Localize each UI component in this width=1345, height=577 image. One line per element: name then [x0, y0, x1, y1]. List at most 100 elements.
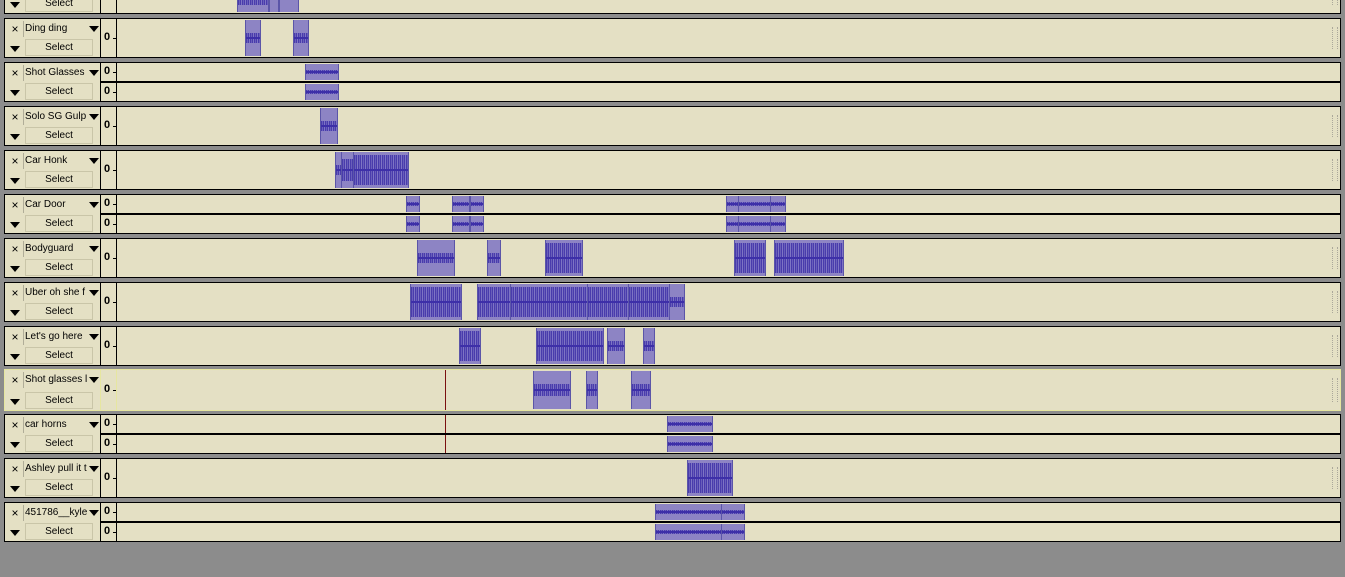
track[interactable]: × Uber oh she f Select 0: [4, 282, 1341, 322]
waveform-lane[interactable]: [116, 369, 1341, 411]
audio-clip[interactable]: [269, 0, 279, 12]
close-track-button[interactable]: ×: [7, 241, 24, 257]
track-name-menu[interactable]: Bodyguard: [25, 241, 89, 257]
select-track-button[interactable]: Select: [25, 392, 93, 409]
waveform-lane[interactable]: [117, 435, 1340, 453]
track-end-handle[interactable]: [1332, 467, 1338, 489]
audio-clip[interactable]: [631, 371, 651, 409]
waveform-lane[interactable]: [117, 151, 1340, 189]
audio-clip[interactable]: [305, 64, 339, 80]
track[interactable]: × Car Honk Select 0: [4, 150, 1341, 190]
track-menu-arrow-icon[interactable]: [89, 334, 99, 340]
audio-clip[interactable]: [774, 240, 844, 276]
select-track-button[interactable]: Select: [25, 523, 93, 540]
track-name-menu[interactable]: Car Honk: [25, 153, 89, 169]
select-track-button[interactable]: Select: [25, 479, 93, 496]
close-track-button[interactable]: ×: [7, 372, 24, 388]
track-end-handle[interactable]: [1332, 378, 1338, 402]
audio-clip[interactable]: [470, 216, 484, 232]
close-track-button[interactable]: ×: [7, 197, 24, 213]
track[interactable]: × Solo SG Gulp Select 0: [4, 106, 1341, 146]
waveform-lane[interactable]: [117, 523, 1340, 541]
track-name-menu[interactable]: Car Door: [25, 197, 89, 213]
track[interactable]: ×Select0: [4, 0, 1341, 14]
track-name-menu[interactable]: Shot Glasses: [25, 65, 89, 81]
track-name-menu[interactable]: Shot glasses l: [25, 372, 89, 388]
audio-clip[interactable]: [545, 240, 583, 276]
collapse-track-arrow-icon[interactable]: [7, 262, 23, 276]
track-name-menu[interactable]: car horns: [25, 417, 89, 433]
close-track-button[interactable]: ×: [7, 505, 24, 521]
close-track-button[interactable]: ×: [7, 153, 24, 169]
audio-clip[interactable]: [667, 416, 713, 432]
collapse-track-arrow-icon[interactable]: [7, 130, 23, 144]
close-track-button[interactable]: ×: [7, 21, 24, 37]
audio-clip[interactable]: [279, 0, 299, 12]
audio-clip[interactable]: [459, 328, 481, 364]
audio-clip[interactable]: [734, 240, 766, 276]
close-track-button[interactable]: ×: [7, 65, 24, 81]
track-menu-arrow-icon[interactable]: [89, 466, 99, 472]
waveform-lane[interactable]: [117, 215, 1340, 233]
audio-clip[interactable]: [587, 284, 629, 320]
audio-clip[interactable]: [470, 196, 484, 212]
track-menu-arrow-icon[interactable]: [89, 290, 99, 296]
track-name-menu[interactable]: Let's go here: [25, 329, 89, 345]
audio-clip[interactable]: [410, 284, 462, 320]
select-track-button[interactable]: Select: [25, 259, 93, 276]
track-end-handle[interactable]: [1332, 247, 1338, 269]
waveform-lane[interactable]: [117, 83, 1340, 101]
audio-clip[interactable]: [452, 216, 470, 232]
audio-clip[interactable]: [721, 524, 745, 540]
track-menu-arrow-icon[interactable]: [89, 26, 99, 32]
select-track-button[interactable]: Select: [25, 347, 93, 364]
audio-clip[interactable]: [607, 328, 625, 364]
audio-clip[interactable]: [643, 328, 655, 364]
track-name-menu[interactable]: Uber oh she f: [25, 285, 89, 301]
track-menu-arrow-icon[interactable]: [89, 246, 99, 252]
waveform-lane[interactable]: [117, 19, 1340, 57]
audio-clip[interactable]: [770, 216, 786, 232]
track-end-handle[interactable]: [1332, 291, 1338, 313]
audio-clip[interactable]: [770, 196, 786, 212]
waveform-lane[interactable]: [117, 283, 1340, 321]
select-track-button[interactable]: Select: [25, 39, 93, 56]
track-end-handle[interactable]: [1332, 0, 1338, 5]
waveform-lane[interactable]: [117, 195, 1340, 213]
track-name-menu[interactable]: Ashley pull it t: [25, 461, 89, 477]
audio-clip[interactable]: [305, 84, 339, 100]
collapse-track-arrow-icon[interactable]: [7, 350, 23, 364]
audio-clip[interactable]: [237, 0, 269, 12]
audio-clip[interactable]: [738, 216, 772, 232]
waveform-lane[interactable]: [117, 239, 1340, 277]
track[interactable]: × 451786__kyle Select 0 0: [4, 502, 1341, 542]
select-track-button[interactable]: Select: [25, 0, 93, 12]
select-track-button[interactable]: Select: [25, 127, 93, 144]
waveform-lane[interactable]: [117, 63, 1340, 81]
waveform-lane[interactable]: [117, 459, 1340, 497]
track-end-handle[interactable]: [1332, 115, 1338, 137]
select-track-button[interactable]: Select: [25, 303, 93, 320]
track-end-handle[interactable]: [1332, 335, 1338, 357]
waveform-lane[interactable]: [117, 415, 1340, 433]
track-menu-arrow-icon[interactable]: [89, 377, 99, 383]
audio-clip[interactable]: [477, 284, 511, 320]
audio-clip[interactable]: [721, 504, 745, 520]
audio-clip[interactable]: [417, 240, 455, 276]
track-end-handle[interactable]: [1332, 27, 1338, 49]
select-track-button[interactable]: Select: [25, 171, 93, 188]
audio-clip[interactable]: [738, 196, 772, 212]
collapse-track-arrow-icon[interactable]: [7, 438, 23, 452]
select-track-button[interactable]: Select: [25, 83, 93, 100]
collapse-track-arrow-icon[interactable]: [7, 395, 23, 409]
track-name-menu[interactable]: 451786__kyle: [25, 505, 89, 521]
track-name-menu[interactable]: Solo SG Gulp: [25, 109, 89, 125]
audio-clip[interactable]: [487, 240, 501, 276]
collapse-track-arrow-icon[interactable]: [7, 526, 23, 540]
collapse-track-arrow-icon[interactable]: [7, 174, 23, 188]
audio-clip[interactable]: [320, 108, 338, 144]
track-name-menu[interactable]: Ding ding: [25, 21, 89, 37]
track[interactable]: × Shot Glasses Select 0 0: [4, 62, 1341, 102]
collapse-track-arrow-icon[interactable]: [7, 0, 23, 12]
audio-clip[interactable]: [586, 371, 598, 409]
